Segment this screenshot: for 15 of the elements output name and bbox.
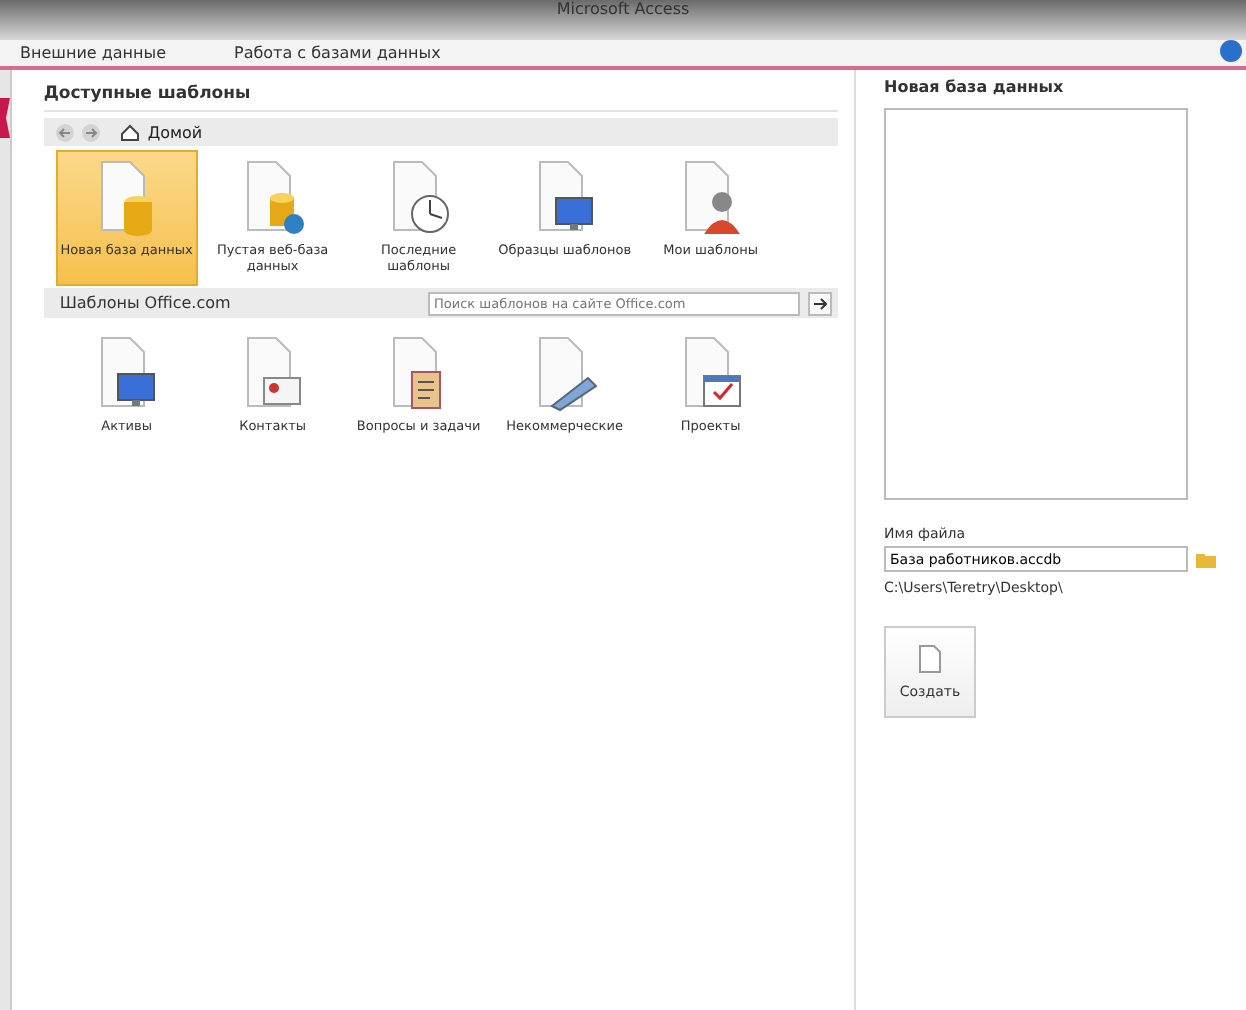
panel-title: Новая база данных xyxy=(884,76,1066,100)
help-icon[interactable] xyxy=(1220,40,1242,62)
arrow-icon xyxy=(813,297,827,309)
breadcrumb-link[interactable]: Домой xyxy=(147,123,203,141)
forward-icon[interactable] xyxy=(81,123,100,141)
home-icon[interactable] xyxy=(119,123,140,141)
back-icon[interactable] xyxy=(55,123,74,141)
marker-icon xyxy=(0,98,10,138)
window-title: Microsoft Access xyxy=(556,0,690,20)
ribbon-tab[interactable]: Внешние данные xyxy=(20,44,166,62)
ribbon-tab[interactable]: Работа с базами данных xyxy=(234,44,441,62)
section-title: Доступные шаблоны xyxy=(43,70,838,112)
section-title: Шаблоны Office.com xyxy=(59,294,233,312)
document-icon xyxy=(918,644,942,674)
search-button[interactable] xyxy=(808,291,832,315)
